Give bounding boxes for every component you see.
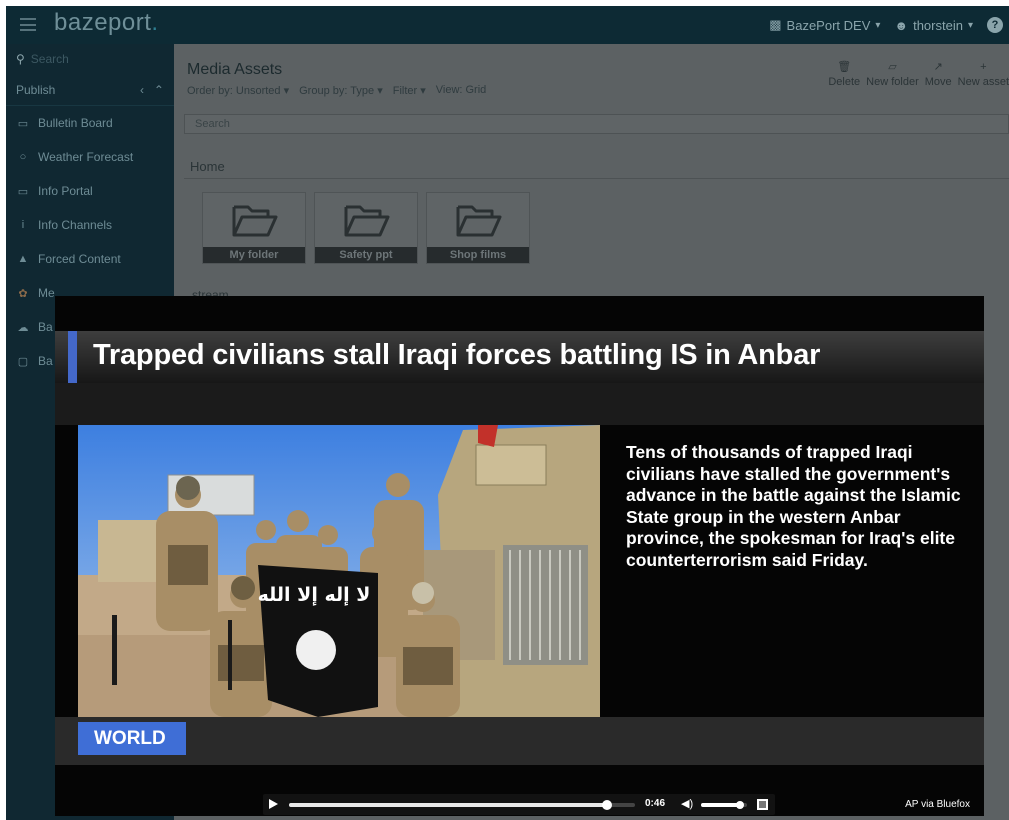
filter-dropdown[interactable]: Filter ▾ — [393, 84, 426, 97]
video-controls: 0:46 ◀) — [263, 794, 775, 815]
user-icon: ☻ — [894, 17, 909, 33]
sidebar-item-info-portal[interactable]: ▭ Info Portal — [6, 174, 174, 208]
flag-text: لا إله إلا الله — [258, 584, 371, 606]
bulletin-board-icon: ▭ — [17, 117, 29, 130]
move-icon: ↗ — [933, 61, 943, 73]
sidebar-item-weather-forecast[interactable]: ○ Weather Forecast — [6, 140, 174, 174]
sitemap-icon: ▩ — [769, 17, 782, 32]
seek-handle[interactable] — [602, 800, 613, 810]
delete-button[interactable]: 🗑 Delete — [828, 61, 860, 89]
info-icon: i — [21, 219, 25, 231]
video-player[interactable]: Trapped civilians stall Iraqi forces bat… — [55, 296, 984, 816]
grey-band — [55, 383, 984, 425]
toolbar: 🗑 Delete ▱ New folder ↗ Move + New asset — [828, 61, 1009, 89]
folder-icon — [232, 205, 278, 237]
seek-progress — [289, 803, 608, 807]
news-photo: لا إله إلا الله — [78, 425, 600, 717]
site-selector[interactable]: ▩ BazePort DEV ▾ — [769, 17, 880, 33]
trash-icon: 🗑 — [837, 61, 852, 73]
category-badge: WORLD — [78, 722, 186, 755]
headline-accent-bar — [68, 331, 77, 383]
fullscreen-icon[interactable] — [757, 799, 768, 810]
sidebar-item-bulletin-board[interactable]: ▭ Bulletin Board — [6, 106, 174, 140]
sidebar-item-forced-content[interactable]: ▲ Forced Content — [6, 242, 174, 276]
news-headline: Trapped civilians stall Iraqi forces bat… — [93, 339, 821, 371]
move-button[interactable]: ↗ Move — [925, 61, 952, 89]
user-menu[interactable]: ☻ thorstein ▾ — [894, 18, 973, 33]
folder-tile[interactable]: Shop films — [426, 192, 530, 264]
seek-bar[interactable] — [289, 800, 635, 810]
weather-icon: ○ — [19, 151, 27, 163]
time-display: 0:46 — [645, 798, 666, 809]
info-portal-icon: ▭ — [17, 185, 29, 198]
new-asset-button[interactable]: + New asset — [958, 61, 1009, 89]
folder-tile[interactable]: Safety ppt — [314, 192, 418, 264]
plus-icon: + — [980, 61, 987, 73]
lower-band — [55, 717, 984, 765]
chevron-icon: ‹ ⌃ — [139, 82, 164, 97]
brand-logo[interactable]: bazeport. — [54, 9, 159, 37]
menu-icon[interactable] — [20, 18, 36, 31]
media-icon: ✿ — [18, 287, 28, 300]
help-icon[interactable]: ? — [987, 17, 1003, 33]
order-by-dropdown[interactable]: Order by: Unsorted ▾ — [187, 84, 289, 97]
play-icon[interactable] — [269, 799, 278, 809]
monitor-icon: ▢ — [17, 355, 29, 368]
sidebar-item-info-channels[interactable]: i Info Channels — [6, 208, 174, 242]
folder-icon: ▱ — [888, 61, 897, 73]
top-bar: bazeport. ▩ BazePort DEV ▾ ☻ thorstein ▾ ? — [6, 6, 1009, 44]
divider — [184, 178, 1009, 179]
cloud-icon: ☁ — [17, 321, 29, 334]
volume-handle[interactable] — [736, 801, 745, 809]
volume-icon[interactable]: ◀) — [681, 798, 693, 810]
sidebar-section-publish[interactable]: Publish ‹ ⌃ — [6, 74, 174, 106]
folder-icon — [456, 205, 502, 237]
folder-tile[interactable]: My folder — [202, 192, 306, 264]
view-dropdown[interactable]: View: Grid — [436, 84, 487, 97]
news-summary: Tens of thousands of trapped Iraqi civil… — [626, 442, 961, 570]
group-by-dropdown[interactable]: Group by: Type ▾ — [299, 84, 383, 97]
video-credit: AP via Bluefox — [905, 799, 970, 810]
breadcrumb-home[interactable]: Home — [190, 159, 225, 174]
volume-level — [701, 803, 741, 807]
new-folder-button[interactable]: ▱ New folder — [866, 61, 919, 89]
assets-search-input[interactable]: Search — [184, 114, 1009, 134]
folder-icon — [344, 205, 390, 237]
view-options: Order by: Unsorted ▾ Group by: Type ▾ Fi… — [187, 84, 486, 97]
content-header: Media Assets Order by: Unsorted ▾ Group … — [174, 44, 1009, 110]
search-icon: ⚲ — [16, 52, 25, 66]
volume-slider[interactable] — [701, 801, 747, 809]
sidebar-search[interactable]: ⚲ Search — [6, 44, 174, 74]
page-title: Media Assets — [187, 61, 283, 78]
warning-icon: ▲ — [17, 253, 29, 265]
